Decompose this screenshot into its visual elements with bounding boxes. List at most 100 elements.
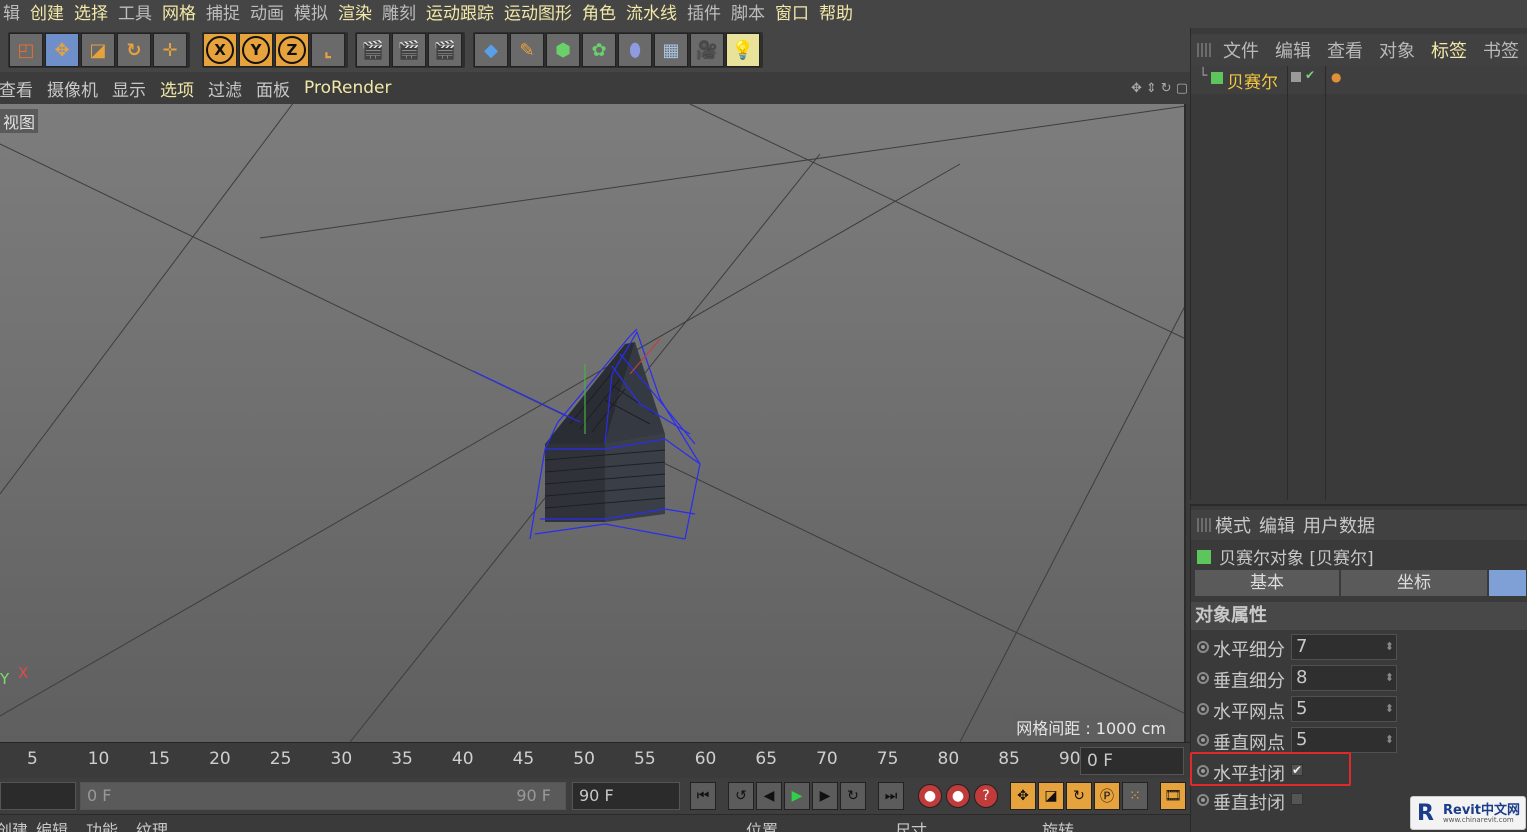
tab-basic[interactable]: 基本 bbox=[1195, 570, 1341, 596]
animate-radio[interactable] bbox=[1197, 641, 1209, 653]
maximize-icon[interactable]: ▢ bbox=[1176, 81, 1188, 96]
menu-item[interactable]: 渲染 bbox=[331, 0, 379, 28]
x-axis-lock-button[interactable]: X bbox=[203, 33, 237, 67]
rotate-tool-button[interactable]: ↻ bbox=[117, 33, 151, 67]
record-keys-button[interactable]: ● bbox=[918, 784, 942, 808]
goto-end-button[interactable]: ⏭ bbox=[878, 782, 904, 810]
key-scale-button[interactable]: ◪ bbox=[1038, 782, 1064, 810]
autokey-button[interactable]: ● bbox=[946, 784, 970, 808]
render-view-button[interactable]: 🎬 bbox=[356, 33, 390, 67]
key-parameter-button[interactable]: Ⓟ bbox=[1094, 782, 1120, 810]
light-button[interactable]: 💡 bbox=[726, 33, 760, 67]
prev-frame-button[interactable]: ◀ bbox=[756, 782, 782, 810]
z-axis-lock-button[interactable]: Z bbox=[275, 33, 309, 67]
visibility-check-icon[interactable]: ✔ bbox=[1305, 68, 1315, 82]
pen-spline-button[interactable]: ✎ bbox=[510, 33, 544, 67]
object-menu-item[interactable]: 书签 bbox=[1475, 37, 1527, 63]
material-menu-edit[interactable]: 编辑 bbox=[36, 817, 68, 832]
menu-item[interactable]: 网格 bbox=[155, 0, 203, 28]
tab-object[interactable] bbox=[1489, 570, 1527, 596]
grip-icon[interactable] bbox=[1197, 518, 1211, 532]
material-menu-create[interactable]: 创建 bbox=[0, 817, 28, 832]
menu-item[interactable]: 动画 bbox=[243, 0, 291, 28]
param-value-field[interactable]: 8 bbox=[1291, 665, 1397, 691]
object-menu-item[interactable]: 对象 bbox=[1371, 37, 1423, 63]
menu-item[interactable]: 选择 bbox=[67, 0, 115, 28]
preview-range-slider[interactable]: 0 F 90 F bbox=[80, 782, 566, 810]
grip-icon[interactable] bbox=[1197, 43, 1211, 57]
object-menu-item[interactable]: 编辑 bbox=[1267, 37, 1319, 63]
perspective-viewport[interactable]: 视图 Y X 网格间距 : 1000 cm bbox=[0, 104, 1186, 742]
menu-item[interactable]: 脚本 bbox=[724, 0, 772, 28]
material-menu-texture[interactable]: 纹理 bbox=[136, 817, 168, 832]
menu-item[interactable]: 窗口 bbox=[768, 0, 816, 28]
menu-item[interactable]: 捕捉 bbox=[199, 0, 247, 28]
floor-button[interactable]: ▦ bbox=[654, 33, 688, 67]
object-name[interactable]: 贝赛尔 bbox=[1227, 68, 1278, 93]
viewport-menu-item[interactable]: 查看 bbox=[0, 76, 40, 101]
layer-icon[interactable] bbox=[1291, 72, 1301, 82]
current-frame-field[interactable]: 0 F bbox=[1080, 747, 1184, 775]
material-menu-function[interactable]: 功能 bbox=[86, 817, 118, 832]
menu-item[interactable]: 工具 bbox=[111, 0, 159, 28]
max-frame-field[interactable]: 90 F bbox=[572, 782, 680, 810]
y-axis-lock-button[interactable]: Y bbox=[239, 33, 273, 67]
viewport-menu-item[interactable]: 过滤 bbox=[201, 76, 249, 101]
attribute-menu-item[interactable]: 用户数据 bbox=[1303, 512, 1383, 538]
bezier-object[interactable] bbox=[472, 328, 701, 540]
viewport-menu-item[interactable]: 显示 bbox=[105, 76, 153, 101]
play-button[interactable]: ▶ bbox=[784, 782, 810, 810]
menu-item[interactable]: 插件 bbox=[680, 0, 728, 28]
render-settings-button[interactable]: 🎬 bbox=[428, 33, 462, 67]
keyframe-help-button[interactable]: ? bbox=[974, 784, 998, 808]
subdivision-button[interactable]: ⬢ bbox=[546, 33, 580, 67]
move-tool-button[interactable]: ✥ bbox=[45, 33, 79, 67]
menu-item[interactable]: 模拟 bbox=[287, 0, 335, 28]
cube-object-button[interactable]: ◆ bbox=[474, 33, 508, 67]
tab-coordinates[interactable]: 坐标 bbox=[1341, 570, 1489, 596]
menu-item[interactable]: 创建 bbox=[23, 0, 71, 28]
timeline-window-button[interactable]: 🎞 bbox=[1160, 782, 1186, 810]
animate-radio[interactable] bbox=[1197, 794, 1209, 806]
vertical-closed-checkbox[interactable] bbox=[1291, 793, 1303, 805]
pan-icon[interactable]: ✥ bbox=[1131, 81, 1142, 96]
attribute-menu-item[interactable]: 模式 bbox=[1215, 512, 1259, 538]
prev-key-button[interactable]: ↺ bbox=[728, 782, 754, 810]
menu-item[interactable]: 雕刻 bbox=[375, 0, 423, 28]
object-menu-item[interactable]: 标签 bbox=[1423, 37, 1475, 63]
object-row[interactable]: └ 贝赛尔 ✔ ● bbox=[1191, 66, 1527, 94]
menu-item[interactable]: 运动跟踪 bbox=[419, 0, 501, 28]
camera-button[interactable]: 🎥 bbox=[690, 33, 724, 67]
timeline-ruler[interactable]: 5 10 15 20 25 30 35 40 45 50 55 60 65 70 75 80 85 90 0 F bbox=[0, 742, 1190, 778]
orbit-icon[interactable]: ↻ bbox=[1161, 81, 1172, 96]
menu-item[interactable]: 流水线 bbox=[619, 0, 684, 28]
live-selection-button[interactable]: ◰ bbox=[9, 33, 43, 67]
tag-icon[interactable]: ● bbox=[1331, 70, 1341, 84]
menu-item[interactable]: 运动图形 bbox=[497, 0, 579, 28]
param-value-field[interactable]: 5 bbox=[1291, 727, 1397, 753]
array-button[interactable]: ✿ bbox=[582, 33, 616, 67]
menu-item[interactable]: 角色 bbox=[575, 0, 623, 28]
next-key-button[interactable]: ↻ bbox=[840, 782, 866, 810]
object-menu-item[interactable]: 文件 bbox=[1215, 37, 1267, 63]
menu-item[interactable]: 帮助 bbox=[812, 0, 860, 28]
key-rotation-button[interactable]: ↻ bbox=[1066, 782, 1092, 810]
animate-radio[interactable] bbox=[1197, 672, 1209, 684]
viewport-menu-item[interactable]: ProRender bbox=[297, 78, 399, 98]
viewport-menu-item[interactable]: 选项 bbox=[153, 76, 201, 101]
key-point-level-button[interactable]: ⁙ bbox=[1122, 782, 1148, 810]
key-position-button[interactable]: ✥ bbox=[1010, 782, 1036, 810]
min-frame-field[interactable] bbox=[0, 782, 76, 810]
dolly-icon[interactable]: ⇕ bbox=[1146, 81, 1157, 96]
object-menu-item[interactable]: 查看 bbox=[1319, 37, 1371, 63]
param-value-field[interactable]: 5 bbox=[1291, 696, 1397, 722]
coordinate-system-button[interactable]: ⌞ bbox=[311, 33, 345, 67]
viewport-menu-item[interactable]: 面板 bbox=[249, 76, 297, 101]
scale-tool-button[interactable]: ◪ bbox=[81, 33, 115, 67]
viewport-menu-item[interactable]: 摄像机 bbox=[40, 76, 105, 101]
deformer-button[interactable]: ⬮ bbox=[618, 33, 652, 67]
attribute-menu-item[interactable]: 编辑 bbox=[1259, 512, 1303, 538]
recent-tool-button[interactable]: ✛ bbox=[153, 33, 187, 67]
goto-start-button[interactable]: ⏮ bbox=[690, 782, 716, 810]
param-value-field[interactable]: 7 bbox=[1291, 634, 1397, 660]
